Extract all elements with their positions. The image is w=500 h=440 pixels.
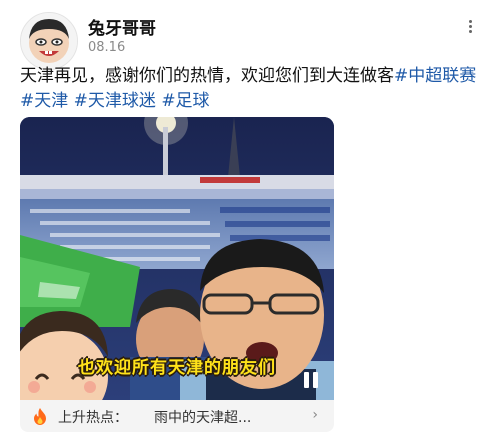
flame-icon xyxy=(34,408,46,425)
trend-title[interactable]: 雨中的天津超... xyxy=(154,407,251,427)
post-date: 08.16 xyxy=(88,40,126,55)
hashtag-link[interactable]: #天津球迷 xyxy=(74,91,156,111)
trending-topic-bar[interactable]: 上升热点： 雨中的天津超... › xyxy=(20,400,334,432)
trend-label: 上升热点： xyxy=(58,410,128,426)
post-body: 天津再见，感谢你们的热情，欢迎您们到大连做客 xyxy=(20,66,394,86)
author-name[interactable]: 兔牙哥哥 xyxy=(88,14,156,39)
more-vertical-icon[interactable] xyxy=(464,18,476,36)
avatar-image xyxy=(21,13,77,69)
video-player[interactable]: 也欢迎所有天津的朋友们 xyxy=(20,117,334,400)
post-card: 兔牙哥哥 08.16 天津再见，感谢你们的热情，欢迎您们到大连做客#中超联赛 #… xyxy=(0,0,500,440)
hashtag-link[interactable]: #中超联赛 xyxy=(394,66,476,86)
pause-icon[interactable] xyxy=(302,372,320,388)
post-text: 天津再见，感谢你们的热情，欢迎您们到大连做客#中超联赛 #天津 #天津球迷 #足… xyxy=(20,64,480,114)
hashtag-link[interactable]: #天津 xyxy=(20,91,68,111)
video-subtitle: 也欢迎所有天津的朋友们 xyxy=(78,358,276,378)
avatar[interactable] xyxy=(20,12,78,70)
chevron-right-icon[interactable]: › xyxy=(312,407,318,423)
hashtag-link[interactable]: #足球 xyxy=(161,91,209,111)
